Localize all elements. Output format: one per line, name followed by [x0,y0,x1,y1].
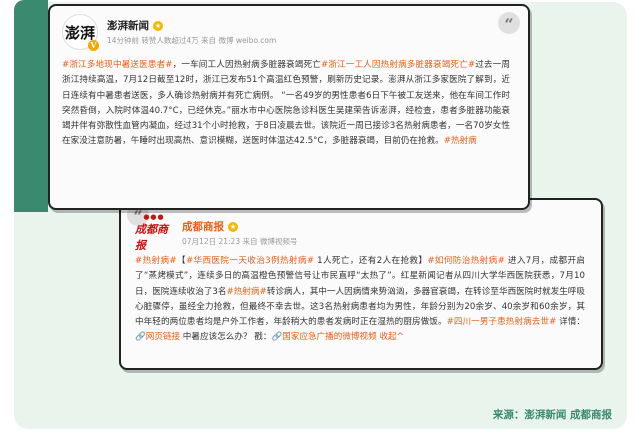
body-text: 过去一周浙江持续高温，7月12日截至12时，浙江已发布51个高温红色预警，刷新历… [62,60,510,147]
body-text: 1人死亡，还有2人在抢救】 [314,256,428,266]
post-meta: 14分钟前 转赞人数超过4万 来自 微博 weibo.com [107,36,277,45]
body-text: 详情： [556,317,585,328]
hashtag-link[interactable]: #浙江多地现中暑送医患者# [62,60,173,70]
hashtag-link[interactable]: 🔗网页链接 [135,332,180,342]
gold-badge-icon: ★ [228,221,238,232]
body-text: ，一车间工人因热射病多脏器衰竭死亡 [172,60,321,70]
account-name[interactable]: 澎湃新闻 ★ [107,18,276,33]
avatar[interactable]: ●●● 成都商报 [135,213,173,252]
hashtag-link[interactable]: #热射病 [444,136,477,146]
weibo-post-thepaper: “ 澎湃 V 澎湃新闻 ★ 14分钟前 转赞人数超过4万 来自 微博 weibo… [48,4,530,210]
weibo-post-chengdu: “ ●●● 成都商报 成都商报 ★ 07月12日 21:23 来自 微博视频号 … [119,198,603,370]
verified-icon: V [88,40,99,51]
hashtag-link[interactable]: #四川一男子患热射病去世# [447,317,557,327]
post-body: #热射病#【#华西医院一天收治3例热射病# 1人死亡，还有2人在抢救】#如何防治… [135,254,585,346]
hashtag-link[interactable]: #如何防治热射病# [427,256,504,266]
gold-badge-icon: ★ [153,20,163,31]
avatar[interactable]: 澎湃 V [62,14,99,51]
quote-icon: “ [498,12,520,34]
hashtag-link[interactable]: #热射病# [135,256,177,266]
body-text: 中暑应该怎么办？ 戳： [180,332,272,343]
hashtag-link[interactable]: 🔗国家应急广播的微博视频 收起^ [271,332,403,342]
account-name[interactable]: 成都商报 ★ [182,219,297,234]
source-credit: 来源：澎湃新闻 成都商报 [492,409,612,421]
hashtag-link[interactable]: #热射病# [227,287,267,297]
body-text: 【 [176,256,186,266]
hashtag-link[interactable]: #华西医院一天收治3例热射病# [186,256,314,266]
hashtag-link[interactable]: #浙江一工人因热射病多脏器衰竭死亡# [321,60,475,70]
post-meta: 07月12日 21:23 来自 微博视频号 [182,237,298,246]
accent-stripe [14,0,48,212]
post-body: #浙江多地现中暑送医患者#，一车间工人因热射病多脏器衰竭死亡#浙江一工人因热射病… [62,58,510,150]
